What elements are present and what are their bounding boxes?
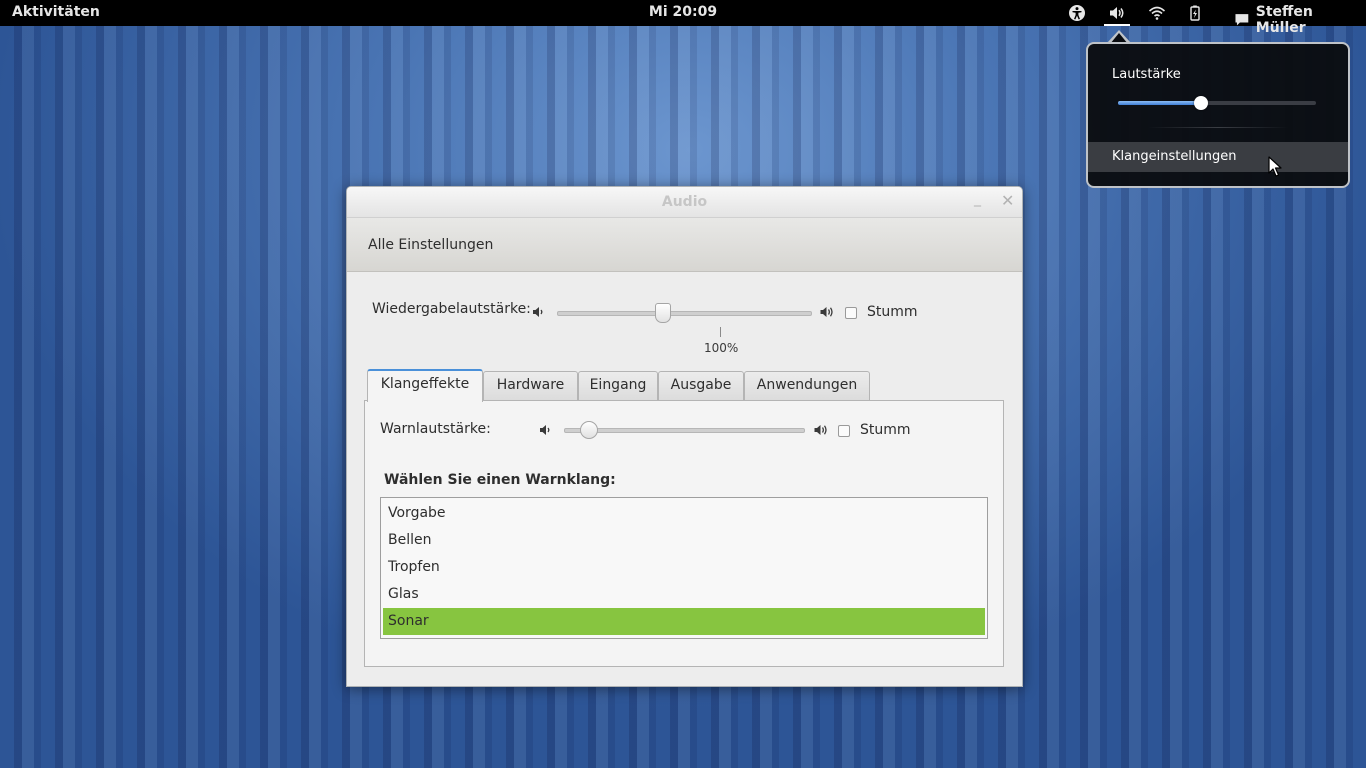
list-item-vorgabe[interactable]: Vorgabe (383, 500, 985, 527)
user-menu[interactable]: Steffen Müller (1234, 4, 1366, 36)
choose-alert-sound-label: Wählen Sie einen Warnklang: (384, 472, 616, 488)
minimize-button[interactable]: _ (974, 191, 988, 207)
user-name: Steffen Müller (1255, 4, 1313, 36)
chat-icon (1235, 14, 1249, 26)
alert-volume-high-icon (813, 422, 829, 438)
alert-volume-low-icon (538, 422, 554, 438)
accessibility-icon[interactable] (1068, 4, 1086, 22)
tab-klangeffekte[interactable]: Klangeffekte (367, 369, 483, 402)
window-titlebar[interactable]: Audio _ ✕ (347, 187, 1022, 218)
window-toolbar: Alle Einstellungen (347, 218, 1022, 272)
alert-volume-knob[interactable] (579, 421, 598, 439)
volume-high-icon (819, 304, 835, 320)
volume-icon[interactable] (1104, 4, 1130, 26)
close-button[interactable]: ✕ (1001, 193, 1015, 209)
list-item-label: Tropfen (388, 559, 440, 575)
playback-volume-knob[interactable] (655, 303, 672, 323)
alert-volume-label: Warnlautstärke: (380, 421, 491, 437)
playback-mute-checkbox[interactable] (845, 307, 857, 319)
audio-window: Audio _ ✕ Alle Einstellungen Wiedergabel… (346, 186, 1023, 687)
tab-ausgabe[interactable]: Ausgabe (658, 371, 744, 400)
alert-mute-label: Stumm (860, 422, 911, 438)
alert-volume-slider[interactable] (564, 428, 805, 433)
sound-settings-menu-item[interactable]: Klangeinstellungen (1088, 142, 1348, 172)
list-item-label: Glas (388, 586, 419, 602)
window-title: Audio (661, 194, 708, 210)
list-item-tropfen[interactable]: Tropfen (383, 554, 985, 581)
battery-icon[interactable] (1186, 4, 1204, 22)
popup-separator (1148, 127, 1288, 128)
volume-low-icon (531, 304, 547, 320)
top-bar: Aktivitäten Mi 20:09 Steffen Müller (0, 0, 1366, 36)
popup-volume-knob[interactable] (1194, 96, 1209, 110)
percent-tick (720, 327, 721, 337)
playback-mute-label: Stumm (867, 304, 918, 320)
alert-sound-list: Vorgabe Bellen Tropfen Glas Sonar (380, 497, 988, 639)
activities-button[interactable]: Aktivitäten (12, 4, 100, 20)
playback-volume-label: Wiedergabelautstärke: (372, 301, 531, 317)
list-item-label: Vorgabe (388, 505, 446, 521)
alert-mute-checkbox[interactable] (838, 425, 850, 437)
tab-panel-klangeffekte: Warnlautstärke: Stumm Wählen Sie einen W… (364, 400, 1004, 667)
list-item-sonar[interactable]: Sonar (383, 608, 985, 635)
playback-volume-slider[interactable] (557, 311, 812, 316)
popup-volume-slider[interactable] (1118, 96, 1316, 110)
volume-popup: Lautstärke Klangeinstellungen (1086, 42, 1350, 188)
tab-eingang[interactable]: Eingang (578, 371, 658, 400)
mouse-cursor-icon (1268, 156, 1282, 177)
list-item-label: Sonar (388, 613, 429, 629)
tab-anwendungen[interactable]: Anwendungen (744, 371, 870, 400)
percent-label: 100% (704, 341, 739, 355)
sound-settings-label: Klangeinstellungen (1112, 149, 1237, 164)
popup-volume-fill (1118, 101, 1202, 105)
list-item-glas[interactable]: Glas (383, 581, 985, 608)
tab-hardware[interactable]: Hardware (483, 371, 578, 400)
wifi-icon[interactable] (1148, 4, 1166, 22)
popup-title: Lautstärke (1112, 67, 1181, 82)
clock[interactable]: Mi 20:09 (649, 4, 717, 20)
list-item-label: Bellen (388, 532, 432, 548)
list-item-bellen[interactable]: Bellen (383, 527, 985, 554)
all-settings-button[interactable]: Alle Einstellungen (368, 237, 493, 253)
